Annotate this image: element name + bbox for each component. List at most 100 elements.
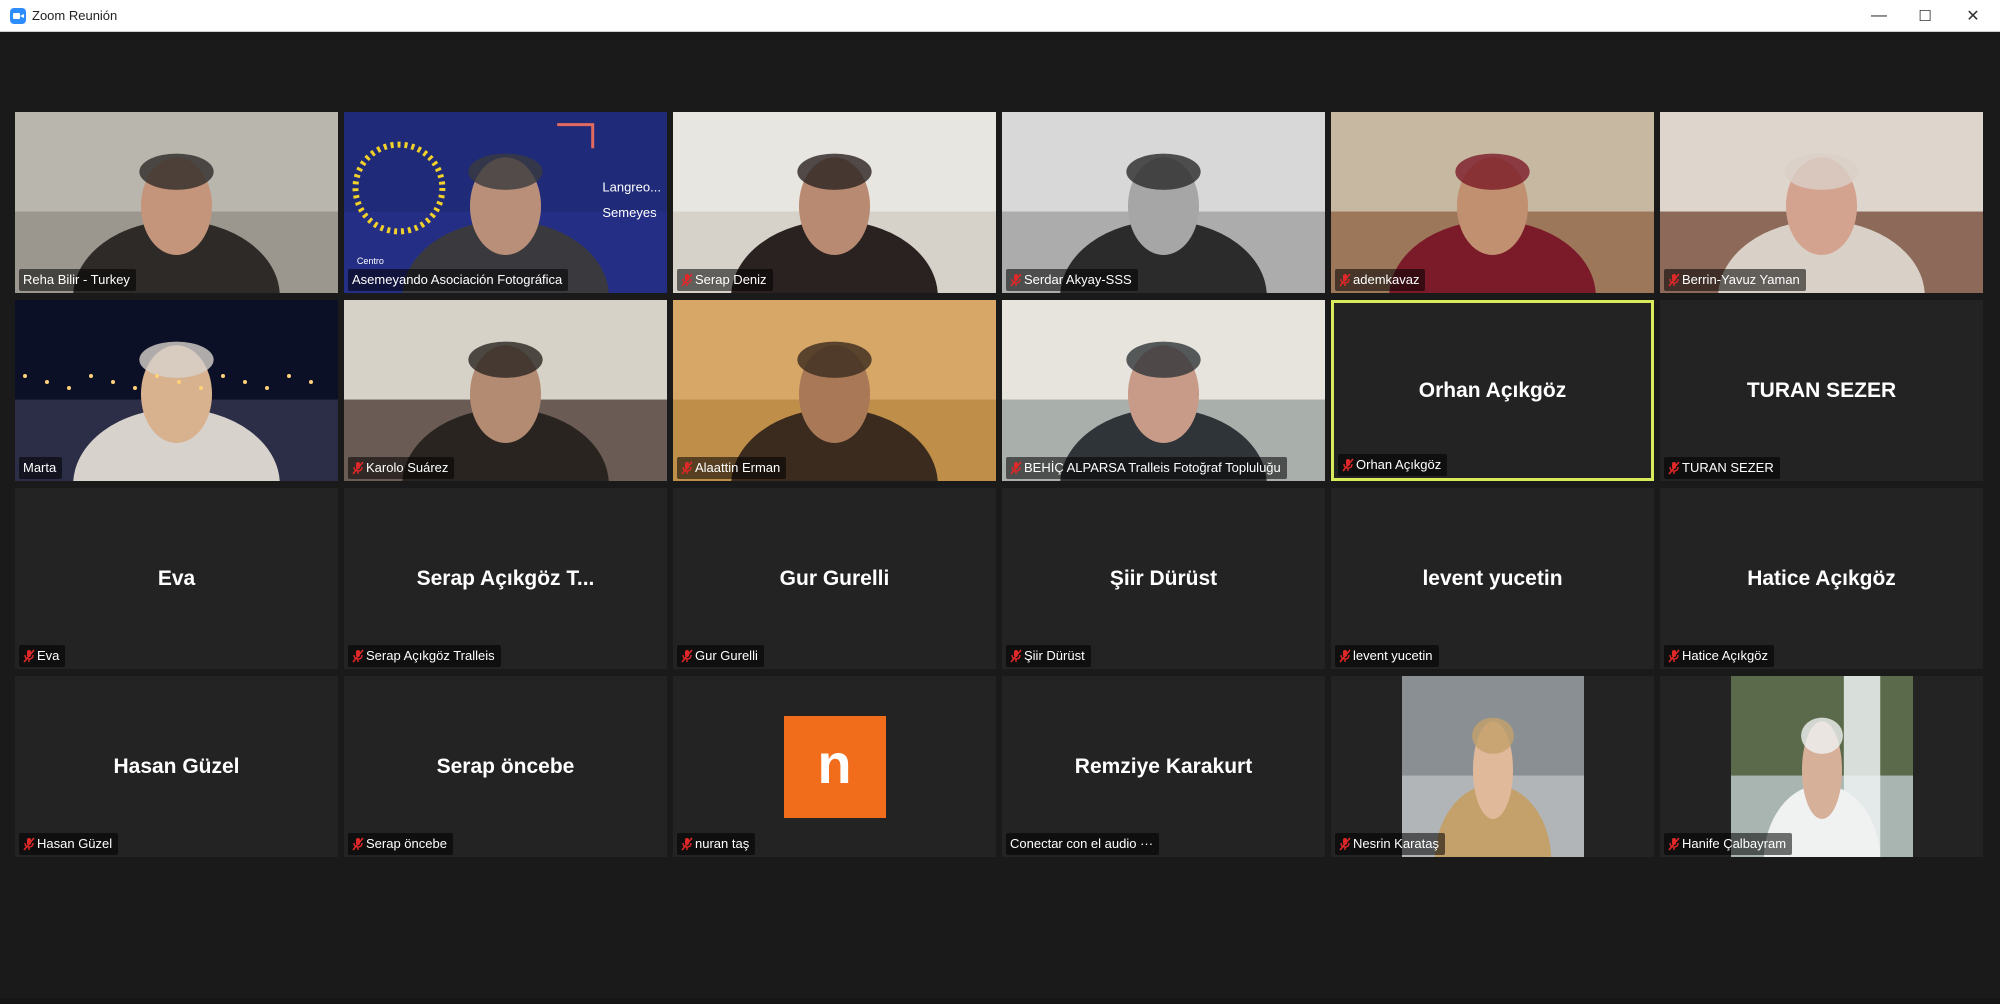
participant-label-text: Hanife Çalbayram [1682, 836, 1787, 851]
participant-tile[interactable]: Nesrin Karataş [1331, 676, 1654, 857]
participant-label: Conectar con el audio ··· [1006, 833, 1160, 855]
participant-name: Şiir Dürüst [1109, 566, 1218, 590]
participant-label: levent yucetin [1335, 645, 1439, 667]
participant-tile[interactable]: Hatice Açıkgöz Hatice Açıkgöz [1660, 488, 1983, 669]
participant-label: Hasan Güzel [19, 833, 119, 855]
participant-label: TURAN SEZER [1664, 457, 1780, 479]
video-feed [344, 300, 667, 481]
participant-tile[interactable]: BEHİÇ ALPARSA Tralleis Fotoğraf Topluluğ… [1002, 300, 1325, 481]
banner-text: Langreo... [602, 180, 661, 195]
participant-label-text: Eva [37, 648, 60, 663]
participant-tile[interactable]: Serap Açıkgöz T... Serap Açıkgöz Tralleis [344, 488, 667, 669]
participant-label: Asemeyando Asociación Fotográfica [348, 269, 569, 291]
participant-label: Alaattin Erman [677, 457, 787, 479]
muted-mic-icon [1668, 461, 1680, 475]
participant-tile[interactable]: Orhan Açıkgöz Orhan Açıkgöz [1331, 300, 1654, 481]
bottom-edge [0, 998, 2000, 1004]
participant-tile[interactable]: TURAN SEZER TURAN SEZER [1660, 300, 1983, 481]
participant-name: TURAN SEZER [1746, 378, 1897, 402]
video-feed [1730, 676, 1913, 857]
video-feed: Langreo... Semeyes Centro [344, 112, 667, 293]
participant-label-text: Nesrin Karataş [1353, 836, 1439, 851]
participant-label-text: levent yucetin [1353, 648, 1433, 663]
participant-name: Orhan Açıkgöz [1418, 378, 1567, 402]
participant-name: Hasan Güzel [113, 754, 240, 778]
participant-label: Serdar Akyay-SSS [1006, 269, 1138, 291]
video-feed [1660, 112, 1983, 293]
participant-label: Serap Deniz [677, 269, 773, 291]
participant-label: Reha Bilir - Turkey [19, 269, 136, 291]
participant-label-text: BEHİÇ ALPARSA Tralleis Fotoğraf Topluluğ… [1024, 460, 1281, 475]
participant-label-text: Şiir Dürüst [1024, 648, 1085, 663]
participant-label: Gur Gurelli [677, 645, 764, 667]
muted-mic-icon [352, 461, 364, 475]
participant-label-text: Hasan Güzel [37, 836, 113, 851]
participant-tile[interactable]: levent yucetin levent yucetin [1331, 488, 1654, 669]
muted-mic-icon [1668, 837, 1680, 851]
participant-label-text: Marta [23, 460, 57, 475]
participant-label: Eva [19, 645, 66, 667]
participant-tile[interactable]: Serap öncebe Serap öncebe [344, 676, 667, 857]
participant-tile[interactable]: Serap Deniz [673, 112, 996, 293]
maximize-button[interactable]: ☐ [1902, 0, 1948, 31]
minimize-button[interactable]: — [1856, 0, 1902, 31]
participant-tile[interactable]: Alaattin Erman [673, 300, 996, 481]
participant-tile[interactable]: Reha Bilir - Turkey [15, 112, 338, 293]
participant-name: levent yucetin [1422, 566, 1563, 590]
participant-label: Serap Açıkgöz Tralleis [348, 645, 501, 667]
muted-mic-icon [1342, 458, 1354, 472]
participant-label: nuran taş [677, 833, 756, 855]
video-feed [673, 112, 996, 293]
participant-tile[interactable]: ademkavaz [1331, 112, 1654, 293]
video-feed [1002, 112, 1325, 293]
participant-label: Karolo Suárez [348, 457, 455, 479]
banner-text: Centro [357, 256, 384, 266]
participant-tile[interactable]: Eva Eva [15, 488, 338, 669]
participant-label: BEHİÇ ALPARSA Tralleis Fotoğraf Topluluğ… [1006, 457, 1287, 479]
participant-label-text: Serap öncebe [366, 836, 447, 851]
video-feed [15, 300, 338, 481]
participant-label-text: TURAN SEZER [1682, 460, 1774, 475]
participant-label: Şiir Dürüst [1006, 645, 1091, 667]
participant-tile[interactable]: Gur Gurelli Gur Gurelli [673, 488, 996, 669]
muted-mic-icon [681, 837, 693, 851]
gallery-view: Reha Bilir - Turkey Langreo... Semeyes Cent… [0, 32, 2000, 1004]
participant-tile[interactable]: Hanife Çalbayram [1660, 676, 1983, 857]
participant-tile[interactable]: Langreo... Semeyes Centro Asemeyando Asocia… [344, 112, 667, 293]
video-feed [15, 112, 338, 293]
participant-tile[interactable]: n nuran taş [673, 676, 996, 857]
participant-tile[interactable]: Şiir Dürüst Şiir Dürüst [1002, 488, 1325, 669]
participant-label-text: ademkavaz [1353, 272, 1420, 287]
zoom-app-icon [10, 8, 26, 24]
participant-label-text: Serap Deniz [695, 272, 767, 287]
participant-label: Serap öncebe [348, 833, 453, 855]
participant-label: Nesrin Karataş [1335, 833, 1445, 855]
participant-label-text: Hatice Açıkgöz [1682, 648, 1768, 663]
participant-tile[interactable]: Serdar Akyay-SSS [1002, 112, 1325, 293]
muted-mic-icon [1010, 461, 1022, 475]
muted-mic-icon [1010, 649, 1022, 663]
muted-mic-icon [23, 837, 35, 851]
participant-name: Gur Gurelli [779, 566, 890, 590]
profile-photo [1730, 676, 1913, 857]
banner-text: Semeyes [602, 205, 657, 220]
video-feed [1331, 112, 1654, 293]
participant-tile[interactable]: Berrin-Yavuz Yaman [1660, 112, 1983, 293]
muted-mic-icon [352, 837, 364, 851]
participant-tile[interactable]: Marta [15, 300, 338, 481]
participant-label: Marta [19, 457, 63, 479]
participant-tile[interactable]: Hasan Güzel Hasan Güzel [15, 676, 338, 857]
participant-label: ademkavaz [1335, 269, 1426, 291]
muted-mic-icon [681, 649, 693, 663]
participant-label-text: Orhan Açıkgöz [1356, 457, 1442, 472]
participant-name: Remziye Karakurt [1074, 754, 1253, 778]
participant-label-text: Asemeyando Asociación Fotográfica [352, 272, 563, 287]
participant-label-text: Alaattin Erman [695, 460, 781, 475]
muted-mic-icon [1668, 649, 1680, 663]
participant-tile[interactable]: Karolo Suárez [344, 300, 667, 481]
participant-tile[interactable]: Remziye Karakurt Conectar con el audio ··… [1002, 676, 1325, 857]
close-button[interactable]: ✕ [1950, 0, 1996, 31]
zoom-window: Zoom Reunión — ☐ ✕ Reha Bilir - Turkey La… [0, 0, 2000, 1004]
participant-label-text: Karolo Suárez [366, 460, 449, 475]
muted-mic-icon [352, 649, 364, 663]
